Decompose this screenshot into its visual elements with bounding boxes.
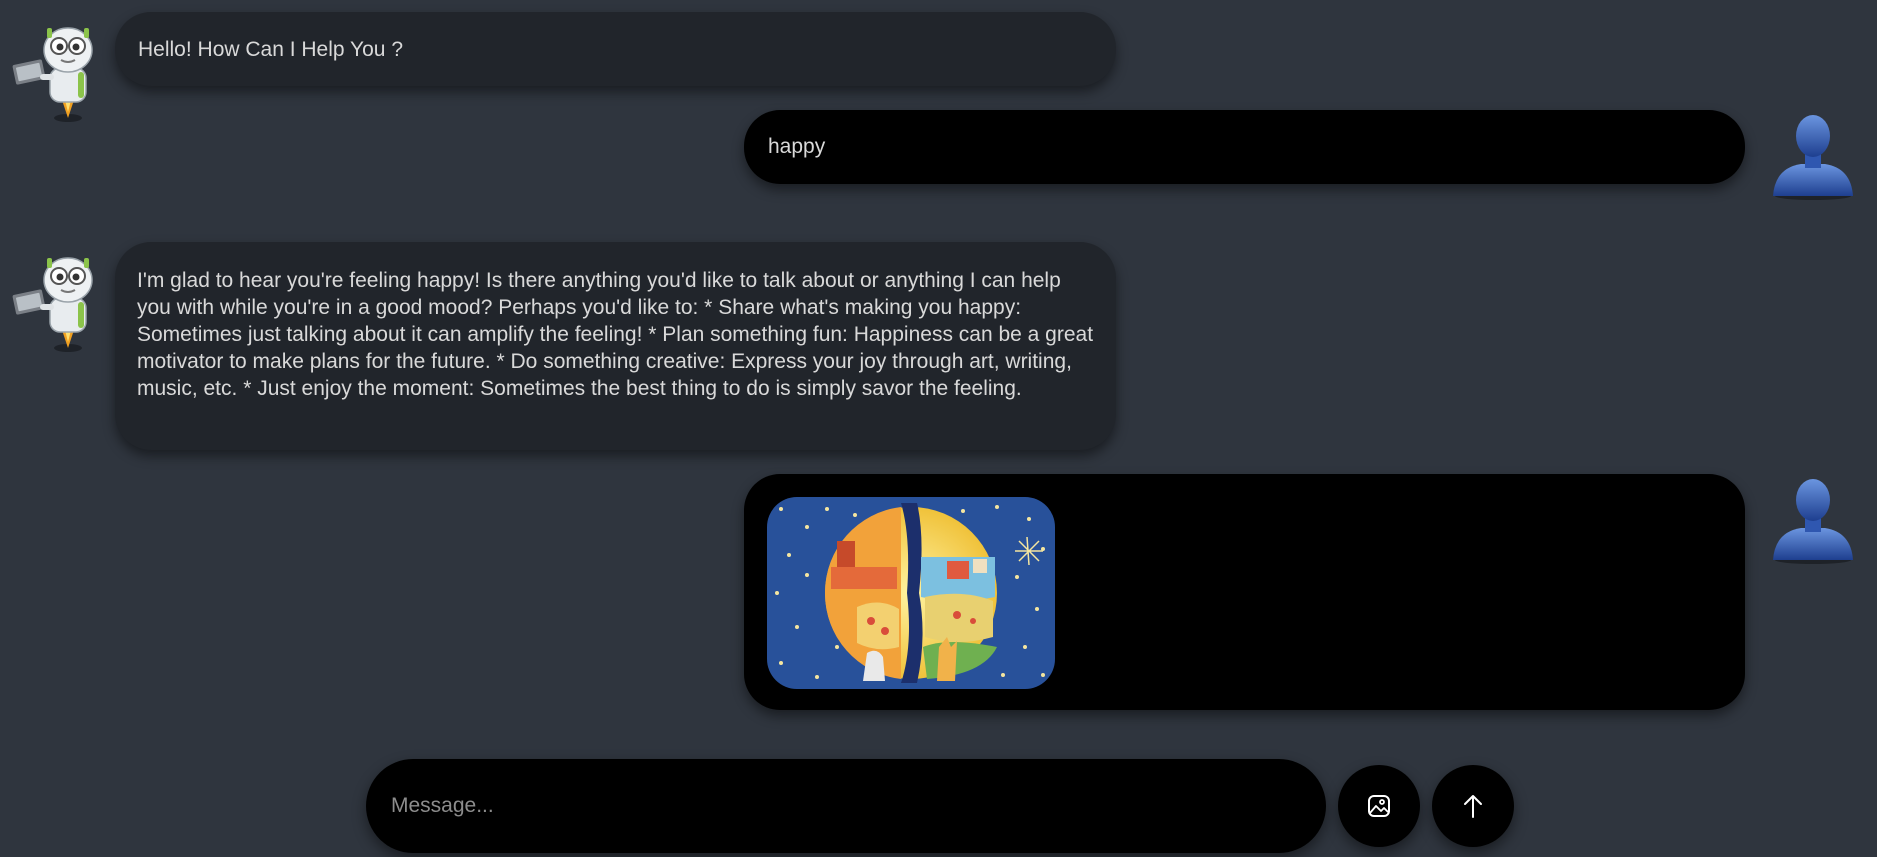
attached-image[interactable] [767,497,1055,689]
image-upload-button[interactable] [1338,765,1420,847]
user-avatar-icon [1773,115,1853,200]
user-message-bubble: happy [744,110,1745,184]
user-avatar-icon [1773,479,1853,564]
robot-avatar-icon [12,27,93,122]
message-input[interactable] [389,793,1293,819]
painting-image-icon [767,497,1055,689]
user-avatar [1765,106,1861,202]
message-composer [366,759,1326,853]
bot-message-bubble: Hello! How Can I Help You ? [115,12,1116,86]
bot-message-text: Hello! How Can I Help You ? [138,38,403,61]
robot-avatar-icon [12,257,93,352]
send-button[interactable] [1432,765,1514,847]
bot-message-bubble: I'm glad to hear you're feeling happy! I… [115,242,1116,450]
bot-message-text: I'm glad to hear you're feeling happy! I… [137,269,1094,400]
image-upload-icon [1368,795,1390,817]
user-image-message-bubble [744,474,1745,710]
user-message-text: happy [768,135,826,158]
user-avatar [1765,470,1861,566]
bot-avatar [10,254,106,352]
arrow-up-icon [1464,795,1482,818]
chat-page: Hello! How Can I Help You ? happy I'm gl… [0,0,1877,857]
bot-avatar [10,24,106,122]
